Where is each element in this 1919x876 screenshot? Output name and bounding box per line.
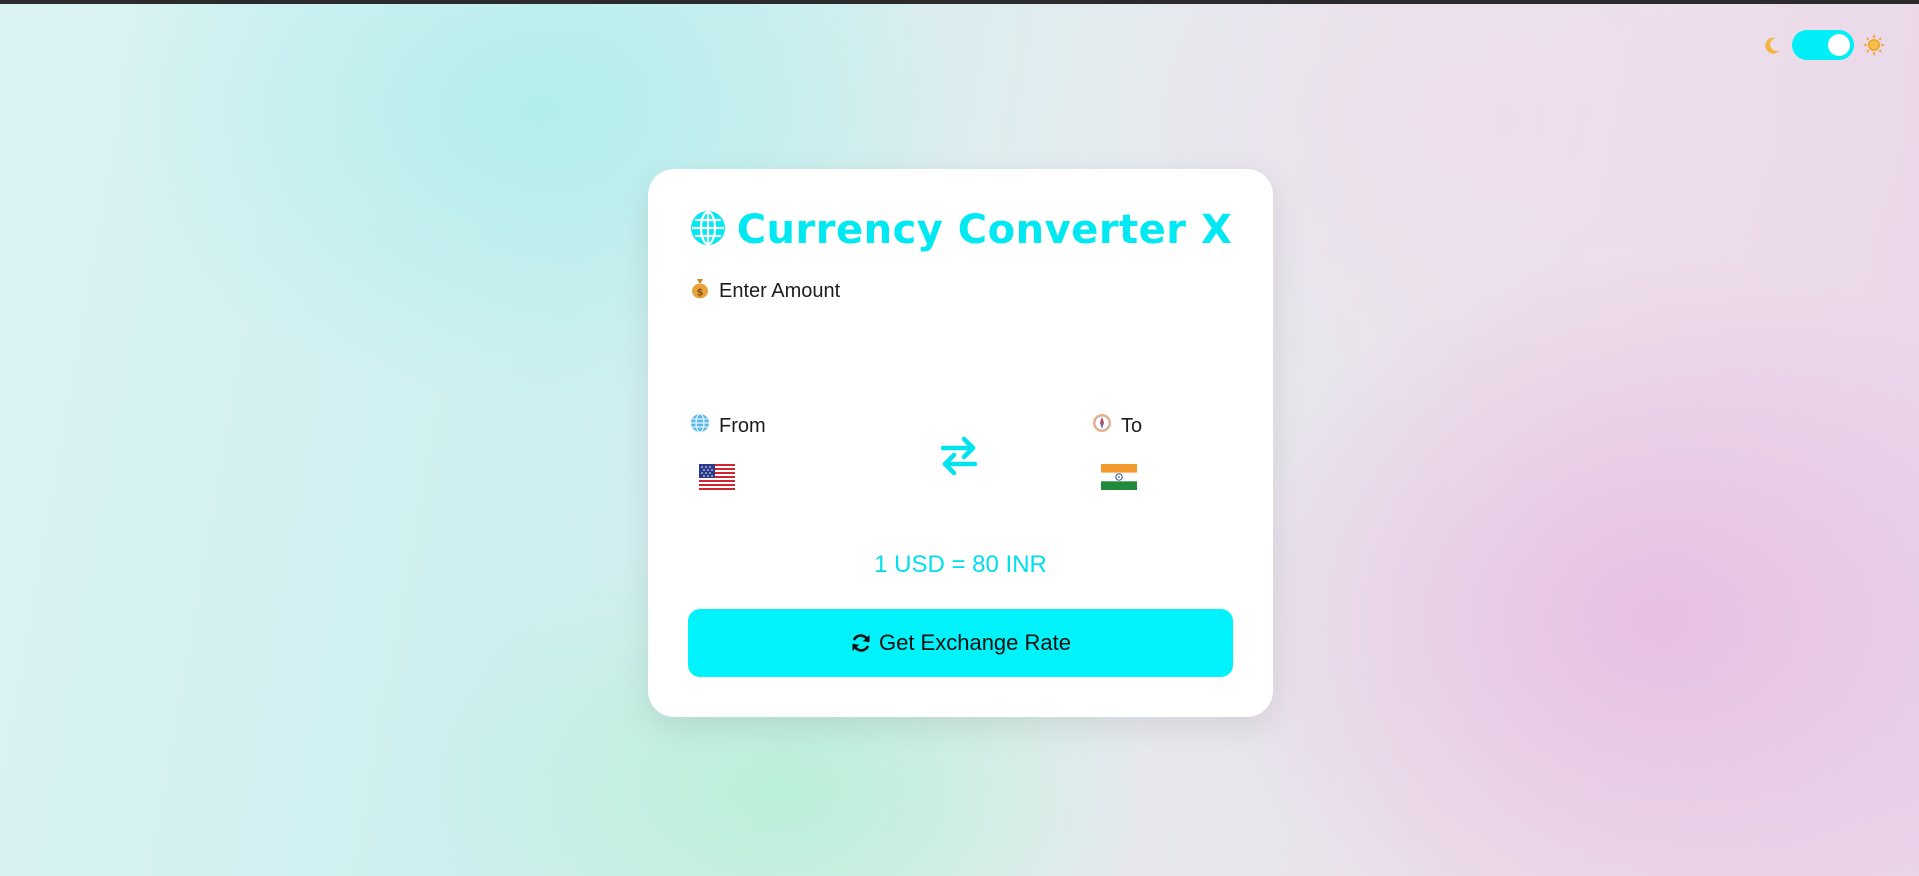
get-exchange-rate-button[interactable]: Get Exchange Rate [688, 609, 1233, 677]
amount-label-text: Enter Amount [719, 279, 841, 302]
exchange-rate-result: 1 USD = 80 INR [874, 551, 1047, 578]
window-top-strip [0, 0, 1919, 4]
crescent-moon-icon [1762, 34, 1784, 56]
card-header: Currency Converter X [648, 207, 1273, 253]
money-bag-icon: $ [690, 277, 710, 305]
globe-icon [689, 209, 727, 251]
swap-arrows-icon [939, 435, 979, 481]
svg-text:$: $ [697, 288, 704, 299]
to-label: To [1092, 413, 1142, 439]
to-label-text: To [1121, 414, 1143, 437]
from-label: From [690, 413, 766, 439]
from-currency-select[interactable] [699, 459, 735, 499]
toggle-knob [1828, 34, 1850, 56]
theme-toggle-switch[interactable] [1792, 30, 1854, 60]
globe-meridians-icon [690, 413, 710, 439]
compass-icon [1092, 413, 1112, 439]
refresh-icon [850, 632, 872, 654]
us-flag-icon [699, 464, 735, 494]
converter-card: Currency Converter X $ Enter Amount From… [648, 169, 1273, 717]
theme-toggle[interactable] [1762, 29, 1885, 61]
to-currency-select[interactable] [1101, 459, 1137, 499]
sun-icon [1863, 34, 1885, 56]
page-title: Currency Converter X [736, 207, 1233, 253]
swap-currencies-button[interactable] [936, 435, 982, 481]
get-exchange-rate-label: Get Exchange Rate [878, 630, 1071, 655]
amount-label: $ Enter Amount [690, 277, 840, 305]
from-label-text: From [719, 414, 766, 437]
india-flag-icon [1101, 464, 1137, 494]
